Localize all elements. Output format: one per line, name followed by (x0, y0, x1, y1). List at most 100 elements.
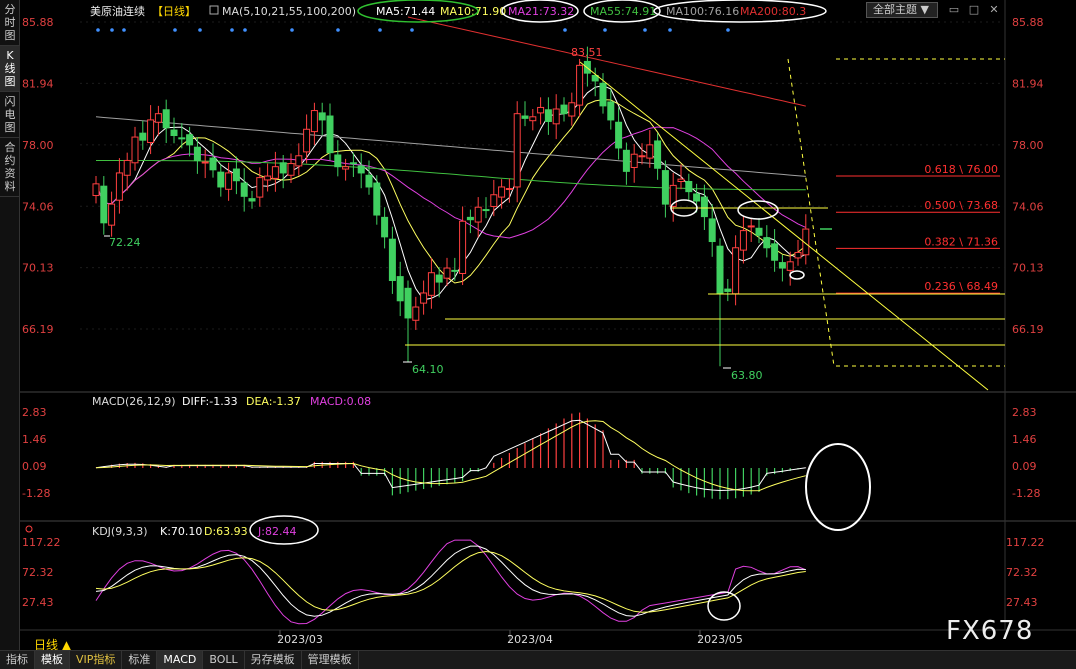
candle (287, 163, 295, 176)
tab-indicator[interactable]: 指标 (0, 650, 35, 669)
ma-label: MA(5,10,21,55,100,200) (222, 5, 356, 18)
candle (505, 188, 513, 191)
signal-dot (668, 28, 672, 32)
candle (700, 196, 708, 218)
tab-save-template[interactable]: 另存模板 (245, 650, 302, 669)
price-tick-right: 85.88 (1012, 16, 1044, 29)
candle (412, 306, 420, 321)
price-tick-left: 81.94 (22, 77, 54, 90)
candle (92, 183, 100, 197)
period-tag: 【日线】 (152, 4, 196, 18)
candle (794, 251, 802, 259)
kdj-tick-left: 27.43 (22, 596, 54, 609)
candle (568, 102, 576, 117)
minimize-icon[interactable]: ▭ (946, 2, 962, 18)
candle (786, 261, 794, 271)
candle (381, 216, 389, 238)
candle (240, 182, 248, 197)
tab-contract-info[interactable]: 合 约 资 料 (0, 138, 20, 197)
tab-macd[interactable]: MACD (157, 650, 204, 669)
tab-flash-chart[interactable]: 闪 电 图 (0, 92, 20, 138)
fx678-logo: FX678 (946, 616, 1034, 646)
signal-dot (726, 28, 730, 32)
candle (139, 132, 147, 141)
candle (482, 209, 490, 212)
tab-vip-indicator[interactable]: VIP指标 (70, 650, 123, 669)
price-tick-right: 78.00 (1012, 139, 1044, 152)
candle (615, 121, 623, 149)
macd-diff-line (95, 419, 806, 492)
kdj-tick-right: 72.32 (1006, 566, 1038, 579)
candle (638, 155, 646, 158)
candle (739, 230, 747, 251)
bottom-toolbar: 指标 模板 VIP指标 标准 MACD BOLL 另存模板 管理模板 (0, 650, 1076, 669)
candle (490, 194, 498, 207)
date-label: 2023/04 (507, 633, 553, 646)
theme-dropdown[interactable]: 全部主题 ▼ (866, 2, 938, 18)
tab-standard[interactable]: 标准 (122, 650, 158, 669)
candle (388, 238, 396, 282)
candle (396, 276, 404, 302)
kdj-settings-icon[interactable] (25, 525, 33, 533)
signal-dot (122, 28, 126, 32)
macd-tick-left: -1.28 (22, 487, 50, 500)
price-tick-left: 66.19 (22, 323, 54, 336)
signal-dot (643, 28, 647, 32)
candle (232, 168, 240, 182)
candle (310, 110, 318, 133)
candle (708, 218, 716, 243)
candle (537, 106, 545, 114)
candle (677, 178, 685, 183)
candle (654, 140, 662, 169)
left-view-tabs: 分 时 图K 线 图闪 电 图合 约 资 料 (0, 0, 20, 650)
candle (693, 193, 701, 202)
candle (295, 155, 303, 167)
settings-icon[interactable] (209, 5, 219, 15)
candle (131, 136, 139, 164)
ma21-value: MA21:73.32 (508, 5, 574, 18)
candle (732, 247, 740, 295)
candle (271, 166, 279, 179)
low-price-label: 72.24 (109, 236, 141, 249)
candle (513, 113, 521, 188)
kdj-tick-left: 72.32 (22, 566, 54, 579)
signal-dot (378, 28, 382, 32)
candle (724, 288, 732, 292)
kdj-d: D:63.93 (204, 525, 248, 538)
date-label: 2023/03 (277, 633, 323, 646)
close-icon[interactable]: ✕ (986, 2, 1002, 18)
candle (303, 128, 311, 153)
candle (685, 181, 693, 193)
candle (529, 116, 537, 122)
kdj-tick-right: 117.22 (1006, 536, 1045, 549)
signal-dot (198, 28, 202, 32)
chart-area[interactable]: 0.618 \ 76.00 0.500 \ 73.68 0.382 \ 71.36 0… (20, 0, 1076, 650)
symbol-title: 美原油连续 (90, 4, 145, 18)
restore-icon[interactable]: □ (966, 2, 982, 18)
macd-tick-right: 0.09 (1012, 460, 1037, 473)
candle (178, 137, 186, 140)
candle (334, 154, 342, 168)
tab-boll[interactable]: BOLL (203, 650, 245, 669)
ma55-value: MA55:74.91 (590, 5, 656, 18)
candle (404, 287, 412, 319)
kdj-k: K:70.10 (160, 525, 202, 538)
macd-value: MACD:0.08 (310, 395, 371, 408)
high-price-label: 83.51 (571, 46, 603, 59)
tab-template[interactable]: 模板 (35, 650, 70, 669)
tab-k-line[interactable]: K 线 图 (0, 46, 20, 92)
ma100-line (95, 116, 806, 177)
tab-time-chart[interactable]: 分 时 图 (0, 0, 20, 46)
candle (622, 149, 630, 172)
low-price-label: 63.80 (731, 369, 763, 382)
candle (217, 171, 225, 188)
tab-manage-template[interactable]: 管理模板 (302, 650, 359, 669)
candle (661, 170, 669, 205)
ma100-value: MA100:76.16 (666, 5, 739, 18)
signal-dot (110, 28, 114, 32)
candle (778, 262, 786, 269)
candle (459, 220, 467, 274)
candle (630, 153, 638, 168)
candle (373, 182, 381, 216)
fib-level-label: 0.382 \ 71.36 (924, 235, 998, 248)
